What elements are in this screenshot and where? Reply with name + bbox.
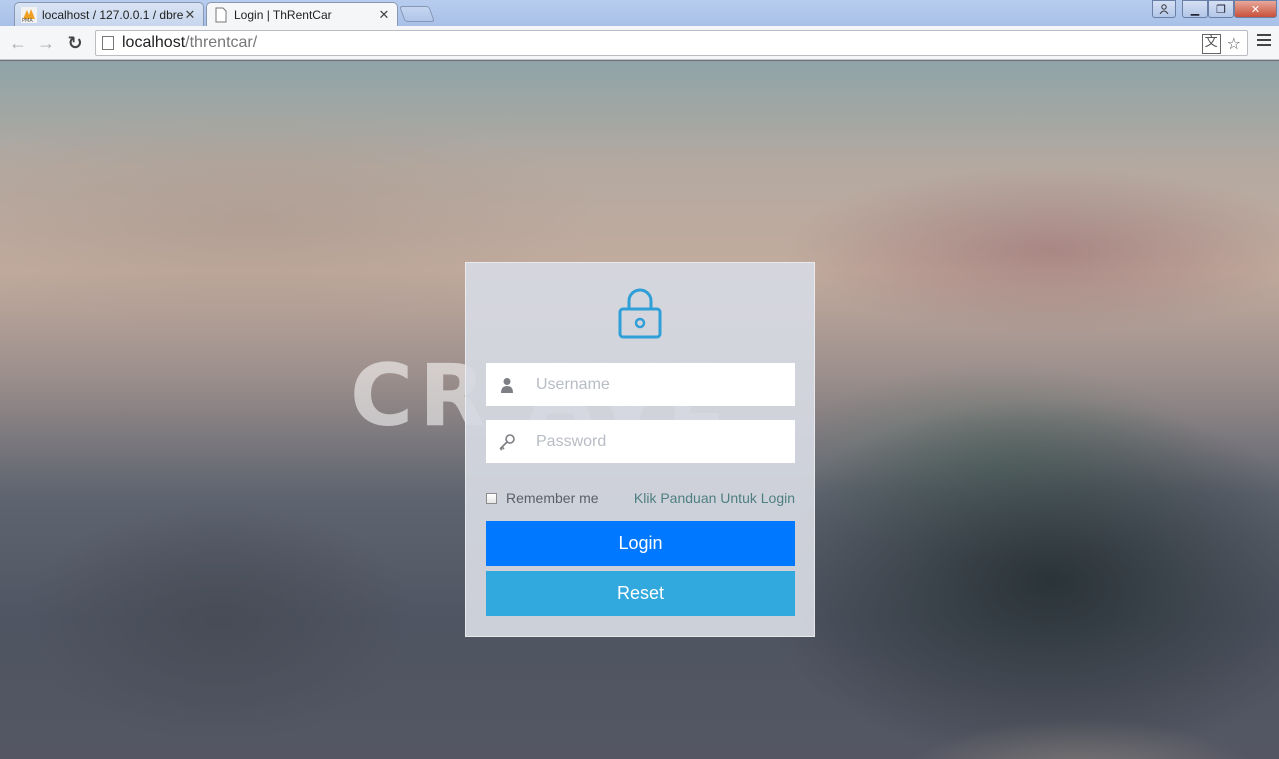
reload-icon: ↻ — [67, 32, 83, 53]
login-guide-link[interactable]: Klik Panduan Untuk Login — [634, 490, 795, 506]
page-icon — [102, 36, 114, 50]
new-tab-button[interactable] — [399, 6, 435, 22]
page-icon — [215, 7, 227, 22]
tab-label: Login | ThRentCar — [234, 7, 332, 22]
tab-login[interactable]: Login | ThRentCar ✕ — [206, 2, 398, 26]
forward-button[interactable]: → — [34, 31, 58, 55]
password-input[interactable] — [528, 432, 795, 451]
user-profile-button[interactable] — [1152, 0, 1176, 18]
password-field[interactable] — [486, 420, 795, 463]
browser-toolbar: ← → ↻ localhost/threntcar/ 文 ☆ — [0, 26, 1279, 60]
remember-label[interactable]: Remember me — [506, 490, 599, 506]
browser-titlebar: PMA localhost / 127.0.0.1 / dbre ✕ Login… — [0, 0, 1279, 26]
svg-text:PMA: PMA — [22, 18, 33, 23]
menu-icon[interactable] — [1257, 34, 1271, 49]
minimize-button[interactable]: ▁ — [1182, 0, 1208, 18]
user-icon — [1159, 4, 1169, 14]
username-input[interactable] — [528, 375, 795, 394]
address-bar[interactable]: localhost/threntcar/ 文 ☆ — [95, 30, 1248, 56]
tab-close-icon[interactable]: ✕ — [377, 7, 391, 23]
back-button[interactable]: ← — [6, 31, 30, 55]
tab-label: localhost / 127.0.0.1 / dbre — [42, 7, 183, 22]
restore-button[interactable]: ❐ — [1208, 0, 1234, 18]
back-arrow-icon: ← — [9, 32, 27, 53]
login-button[interactable]: Login — [486, 521, 795, 566]
lock-icon — [618, 288, 662, 339]
forward-arrow-icon: → — [37, 32, 55, 53]
user-icon — [486, 377, 528, 393]
phpmyadmin-icon: PMA — [21, 6, 37, 23]
reload-button[interactable]: ↻ — [63, 31, 87, 55]
key-icon — [486, 433, 528, 451]
url-path: /threntcar/ — [185, 34, 258, 51]
login-form: Remember me Klik Panduan Untuk Login Log… — [465, 262, 815, 637]
tab-close-icon[interactable]: ✕ — [183, 7, 197, 23]
close-window-button[interactable]: ✕ — [1234, 0, 1277, 18]
star-icon[interactable]: ☆ — [1227, 34, 1241, 54]
remember-row: Remember me Klik Panduan Untuk Login — [486, 490, 795, 506]
reset-button[interactable]: Reset — [486, 571, 795, 616]
translate-icon[interactable]: 文 — [1201, 34, 1221, 54]
close-icon: ✕ — [1250, 3, 1261, 16]
remember-checkbox[interactable] — [486, 492, 497, 504]
minimize-icon: ▁ — [1190, 3, 1200, 16]
restore-icon: ❐ — [1216, 3, 1226, 16]
url-host: localhost — [122, 34, 186, 51]
tab-phpmyadmin[interactable]: PMA localhost / 127.0.0.1 / dbre ✕ — [14, 2, 204, 26]
username-field[interactable] — [486, 363, 795, 406]
